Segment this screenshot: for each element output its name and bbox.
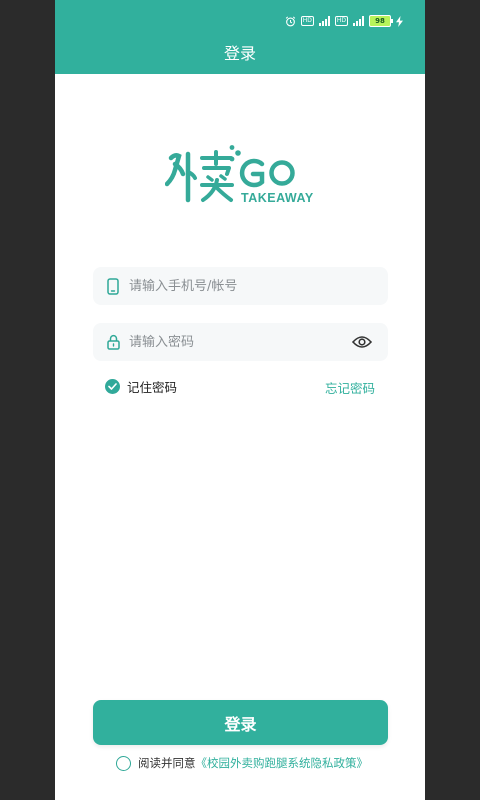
signal-4g-icon [353, 16, 364, 26]
logo-graphic: TAKEAWAY [164, 145, 314, 205]
signal-4g-icon [318, 16, 330, 26]
app-logo: TAKEAWAY [164, 144, 315, 206]
hd-icon: HD [334, 16, 348, 26]
hd-icon: HD [300, 16, 314, 26]
agreement-text: 阅读并同意 [138, 756, 196, 770]
agreement-row: 阅读并同意 《校园外卖购跑腿系统隐私政策》 [116, 755, 368, 771]
remember-password-checkbox[interactable]: 记住密码 [105, 377, 177, 396]
remember-password-label: 记住密码 [127, 380, 178, 395]
forgot-password-link[interactable]: 忘记密码 [325, 378, 375, 397]
eye-icon[interactable] [350, 330, 374, 354]
header-bar: HD HD 98 登录 [55, 0, 425, 74]
account-input[interactable] [129, 267, 388, 305]
page-title: 登录 [223, 44, 256, 63]
battery-icon: 98 [369, 15, 393, 27]
lock-icon [105, 333, 121, 351]
outer-frame: HD HD 98 登录 TAKEAWAY 请输入手机号/帐号 记住密码 忘记密码… [0, 0, 480, 800]
status-bar: HD HD 98 [285, 12, 403, 30]
charging-icon [396, 15, 403, 27]
app-screen: HD HD 98 登录 TAKEAWAY 请输入手机号/帐号 记住密码 忘记密码… [55, 0, 425, 800]
password-field[interactable] [93, 323, 388, 361]
agreement-radio[interactable] [116, 755, 131, 771]
logo-sub-text: TAKEAWAY [241, 191, 314, 205]
battery-level: 98 [375, 17, 385, 25]
privacy-policy-link[interactable]: 《校园外卖购跑腿系统隐私政策》 [196, 755, 369, 771]
phone-icon [105, 277, 121, 295]
alarm-icon [285, 16, 296, 27]
password-input[interactable] [129, 323, 350, 361]
account-field[interactable] [93, 267, 388, 305]
check-icon[interactable] [105, 379, 120, 394]
login-button[interactable]: 登录 [93, 700, 388, 745]
